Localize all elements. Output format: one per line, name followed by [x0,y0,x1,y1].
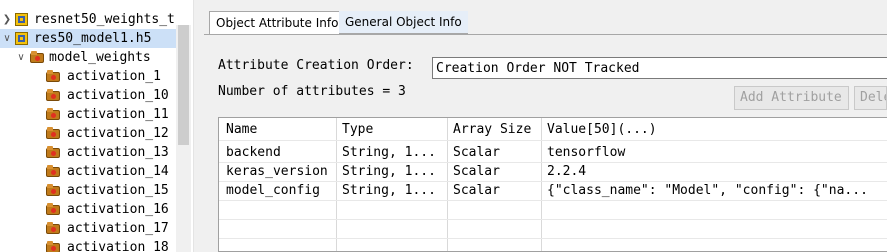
column-header-name[interactable]: Name [226,120,257,139]
attribute-table: Name Type Array Size Value[50](...) back… [218,117,887,252]
hdf5-file-icon [15,13,28,26]
table-cell-type[interactable]: String, 1... [342,181,446,200]
tree-item-label: activation_18 [67,240,169,252]
tree-item-activation-18[interactable]: activation_18 [0,238,176,252]
group-folder-icon [46,165,61,178]
add-attribute-button[interactable]: Add Attribute [734,86,849,110]
tree-item-label: activation_11 [67,107,169,122]
table-cell-type[interactable]: String, 1... [342,143,446,162]
row-divider [219,219,887,220]
file-tree[interactable]: ❯ resnet50_weights_t ∨ res50_model1.h5 ∨… [0,0,193,252]
group-folder-icon [30,51,45,64]
tree-item-label: activation_17 [67,221,169,236]
tree-item-label: activation_13 [67,145,169,160]
table-cell-value[interactable]: tensorflow [547,143,887,162]
tree-item-activation-13[interactable]: activation_13 [0,143,176,162]
row-divider [219,238,887,239]
group-folder-icon [46,146,61,159]
tab-divider [204,34,887,35]
row-divider [219,200,887,201]
creation-order-field[interactable]: Creation Order NOT Tracked [432,57,887,79]
tree-item-activation-14[interactable]: activation_14 [0,162,176,181]
tree-item-activation-12[interactable]: activation_12 [0,124,176,143]
table-cell-name[interactable]: model_config [226,181,334,200]
scrollbar-thumb[interactable] [178,25,189,145]
tree-item-label: activation_15 [67,183,169,198]
group-folder-icon [46,70,61,83]
object-info-panel: Object Attribute Info General Object Inf… [204,0,887,252]
tree-item-activation-16[interactable]: activation_16 [0,200,176,219]
tree-item-label: res50_model1.h5 [34,31,152,46]
tree-item-activation-10[interactable]: activation_10 [0,86,176,105]
delete-attribute-button[interactable]: Delete Attribute [854,86,887,110]
tree-item-label: activation_12 [67,126,169,141]
group-folder-icon [46,222,61,235]
tree-item-label: model_weights [49,50,151,65]
table-cell-type[interactable]: String, 1... [342,162,446,181]
tab-object-attribute-info[interactable]: Object Attribute Info [209,11,346,35]
table-cell-value[interactable]: 2.2.4 [547,162,887,181]
table-cell-array-size[interactable]: Scalar [453,143,539,162]
table-cell-value[interactable]: {"class_name": "Model", "config": {"na..… [547,181,887,200]
column-header-value[interactable]: Value[50](...) [547,120,657,139]
group-folder-icon [46,89,61,102]
tree-item-activation-17[interactable]: activation_17 [0,219,176,238]
chevron-down-icon[interactable]: ∨ [16,48,26,67]
tree-item-label: activation_10 [67,88,169,103]
chevron-down-icon[interactable]: ∨ [2,29,12,48]
header-divider [219,140,887,141]
tree-item-activation-1[interactable]: activation_1 [0,67,176,86]
tree-scrollbar[interactable] [176,25,191,252]
table-cell-name[interactable]: backend [226,143,334,162]
tree-item-label: activation_14 [67,164,169,179]
table-cell-name[interactable]: keras_version [226,162,334,181]
column-divider [541,118,542,251]
tab-bar: Object Attribute Info General Object Inf… [204,11,887,35]
table-cell-array-size[interactable]: Scalar [453,162,539,181]
tree-item-label: activation_16 [67,202,169,217]
chevron-right-icon[interactable]: ❯ [2,10,12,29]
tree-item-label: resnet50_weights_t [34,12,175,27]
column-header-array-size[interactable]: Array Size [453,120,531,139]
tree-item-model-weights[interactable]: ∨ model_weights [0,48,176,67]
column-divider [447,118,448,251]
tree-item-label: activation_1 [67,69,161,84]
attribute-count-text: Number of attributes = 3 [218,84,406,99]
tree-item-resnet50-weights[interactable]: ❯ resnet50_weights_t [0,10,176,29]
hdf5-file-icon [15,32,28,45]
group-folder-icon [46,108,61,121]
tree-item-res50-model1[interactable]: ∨ res50_model1.h5 [0,29,176,48]
tree-item-activation-11[interactable]: activation_11 [0,105,176,124]
group-folder-icon [46,203,61,216]
table-cell-array-size[interactable]: Scalar [453,181,539,200]
group-folder-icon [46,184,61,197]
group-folder-icon [46,241,61,252]
column-header-type[interactable]: Type [342,120,373,139]
column-divider [336,118,337,251]
creation-order-label: Attribute Creation Order: [218,58,414,73]
group-folder-icon [46,127,61,140]
tree-item-activation-15[interactable]: activation_15 [0,181,176,200]
tab-general-object-info[interactable]: General Object Info [339,11,468,34]
